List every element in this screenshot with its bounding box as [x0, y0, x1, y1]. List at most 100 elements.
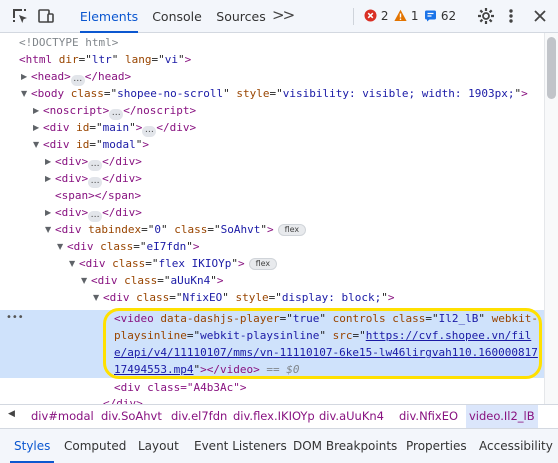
div-ei7fdn-line[interactable]: ▼ <div class="eI7fdn"> — [0, 238, 544, 255]
tab-console[interactable]: Console — [146, 0, 208, 33]
html-open-line[interactable]: <html dir="ltr" lang="vi"> — [0, 51, 544, 68]
breadcrumb-item[interactable]: div.el7fdn — [168, 405, 230, 428]
warning-icon — [394, 9, 407, 22]
div-soahvt-line[interactable]: ▼ <div tabindex="0" class="SoAhvt"> flex — [0, 221, 544, 238]
styles-subtabs: Styles Computed Layout Event Listeners D… — [0, 429, 558, 463]
close-devtools-icon[interactable] — [530, 6, 550, 29]
div-nfixeo-line[interactable]: ▼ <div class="NfixEO" style="display: bl… — [0, 289, 544, 306]
div-modal-line[interactable]: ▼ <div id="modal"> — [0, 136, 544, 153]
devtools-toolbar: Elements Console Sources >> 2 1 62 — [0, 0, 558, 33]
tab-sources[interactable]: Sources — [212, 0, 270, 33]
dom-tree[interactable]: ••• <!DOCTYPE html> <html dir="ltr" lang… — [0, 33, 544, 404]
warning-counter[interactable]: 1 — [394, 8, 418, 25]
expand-triangle-icon[interactable]: ▶ — [21, 68, 31, 85]
node-actions-ellipsis[interactable]: ••• — [6, 312, 24, 323]
div-after-line[interactable]: <div class="A4b3Ac"> — [0, 379, 544, 396]
issues-counter[interactable]: 62 — [424, 8, 456, 25]
noscript-open-tag: <noscript> — [43, 104, 110, 117]
issues-count: 62 — [440, 9, 457, 23]
html-tag: html — [25, 53, 53, 66]
device-toolbar-icon[interactable] — [36, 6, 56, 26]
div-child-3-line[interactable]: ▶ <div>… </div> — [0, 204, 544, 222]
expand-triangle-icon[interactable]: ▶ — [45, 170, 55, 187]
body-val-style: visibility: visible; width: 1903px; — [282, 87, 515, 100]
breadcrumb-item-selected[interactable]: video.Il2_lB — [466, 405, 538, 428]
expand-triangle-icon[interactable]: ▶ — [33, 102, 43, 119]
html-val-dir: ltr — [91, 53, 112, 66]
doctype-line[interactable]: <!DOCTYPE html> — [0, 34, 544, 51]
div-auukn4-attr: class — [124, 274, 158, 287]
body-attr-style: style — [236, 87, 270, 100]
subtab-accessibility[interactable]: Accessibility — [479, 429, 553, 463]
subtab-layout[interactable]: Layout — [138, 429, 179, 463]
subtab-dom-breakpoints[interactable]: DOM Breakpoints — [293, 429, 397, 463]
div-ei7fdn-val: eI7fdn — [146, 240, 187, 253]
expand-triangle-icon[interactable]: ▶ — [45, 204, 55, 221]
div-auukn4-line[interactable]: ▼ <div class="aUuKn4"> — [0, 272, 544, 289]
subtab-computed[interactable]: Computed — [64, 429, 126, 463]
head-line[interactable]: ▶ <head>… </head> — [0, 68, 544, 86]
div-soahvt-attr-class: class — [174, 223, 208, 236]
expand-triangle-icon[interactable]: ▶ — [33, 119, 43, 136]
breadcrumb-scroll-left-icon[interactable]: ◀ — [8, 409, 15, 419]
settings-gear-icon[interactable] — [476, 6, 496, 29]
warning-count: 1 — [410, 9, 419, 23]
body-val-class: shopee-no-scroll — [117, 87, 224, 100]
div-child-3-open: <div> — [55, 206, 89, 219]
div-child-2-line[interactable]: ▶ <div>… </div> — [0, 170, 544, 188]
tree-scrollbar[interactable] — [544, 33, 558, 404]
breadcrumb-item[interactable]: div.aUuKn4 — [316, 405, 387, 428]
subtab-event-listeners[interactable]: Event Listeners — [194, 429, 287, 463]
div-ei7fdn-attr: class — [100, 240, 134, 253]
div-child-3-close: </div> — [102, 206, 142, 219]
breadcrumb-item[interactable]: div.SoAhvt — [98, 405, 165, 428]
collapse-triangle-icon[interactable]: ▼ — [33, 136, 43, 153]
breadcrumb-item[interactable]: div#modal — [28, 405, 97, 428]
error-counter[interactable]: 2 — [364, 8, 388, 25]
flex-badge[interactable]: flex — [277, 224, 307, 236]
more-tabs-icon[interactable]: >> — [272, 6, 295, 24]
inspect-element-icon[interactable] — [10, 6, 30, 26]
div-flex-line[interactable]: ▼ <div class="flex IKIOYp"> flex — [0, 255, 544, 272]
div-soahvt-val-tabindex: 0 — [154, 223, 161, 236]
expand-triangle-icon[interactable]: ▶ — [45, 153, 55, 170]
tree-scrollbar-thumb[interactable] — [547, 37, 556, 99]
collapse-triangle-icon[interactable]: ▼ — [93, 289, 103, 306]
subtab-properties[interactable]: Properties — [406, 429, 467, 463]
annotation-highlight-oval — [103, 308, 542, 379]
html-attr-lang: lang — [125, 53, 152, 66]
div-modal-attr: id — [76, 138, 90, 151]
collapse-triangle-icon[interactable]: ▼ — [21, 85, 31, 102]
div-nfixeo-attr-style: style — [235, 291, 269, 304]
customize-menu-icon[interactable] — [505, 6, 517, 29]
div-main-line[interactable]: ▶ <div id="main">… </div> — [0, 119, 544, 137]
div-nfixeo-val-class: NfixEO — [182, 291, 223, 304]
div-flex-attr: class — [112, 257, 146, 270]
collapse-triangle-icon[interactable]: ▼ — [69, 255, 79, 272]
div-close-line[interactable]: </div> — [0, 395, 544, 404]
div-soahvt-attr-tabindex: tabindex — [88, 223, 142, 236]
breadcrumb-item[interactable]: div.NfixEO — [396, 405, 461, 428]
flex-badge[interactable]: flex — [248, 258, 278, 270]
breadcrumb-item[interactable]: div.flex.IKIOYp — [230, 405, 318, 428]
div-main-attr: id — [76, 121, 90, 134]
html-attr-dir: dir — [58, 53, 79, 66]
collapse-triangle-icon[interactable]: ▼ — [57, 238, 67, 255]
div-child-2-close: </div> — [102, 172, 142, 185]
div-modal-val: modal — [102, 138, 136, 151]
div-main-tag: div — [49, 121, 70, 134]
noscript-line[interactable]: ▶ <noscript>… </noscript> — [0, 102, 544, 120]
html-val-lang: vi — [164, 53, 178, 66]
div-child-1-line[interactable]: ▶ <div>… </div> — [0, 153, 544, 171]
span-line[interactable]: <span></span> — [0, 187, 544, 204]
noscript-close-tag: </noscript> — [123, 104, 197, 117]
div-flex-tag: div — [85, 257, 106, 270]
div-flex-val: flex IKIOYp — [158, 257, 232, 270]
subtab-styles[interactable]: Styles — [9, 429, 55, 463]
body-line[interactable]: ▼ <body class="shopee-no-scroll" style="… — [0, 85, 544, 102]
collapse-triangle-icon[interactable]: ▼ — [45, 221, 55, 238]
div-nfixeo-val-style: display: block; — [281, 291, 382, 304]
collapse-triangle-icon[interactable]: ▼ — [81, 272, 91, 289]
body-attr-class: class — [70, 87, 104, 100]
tab-elements[interactable]: Elements — [76, 0, 142, 33]
